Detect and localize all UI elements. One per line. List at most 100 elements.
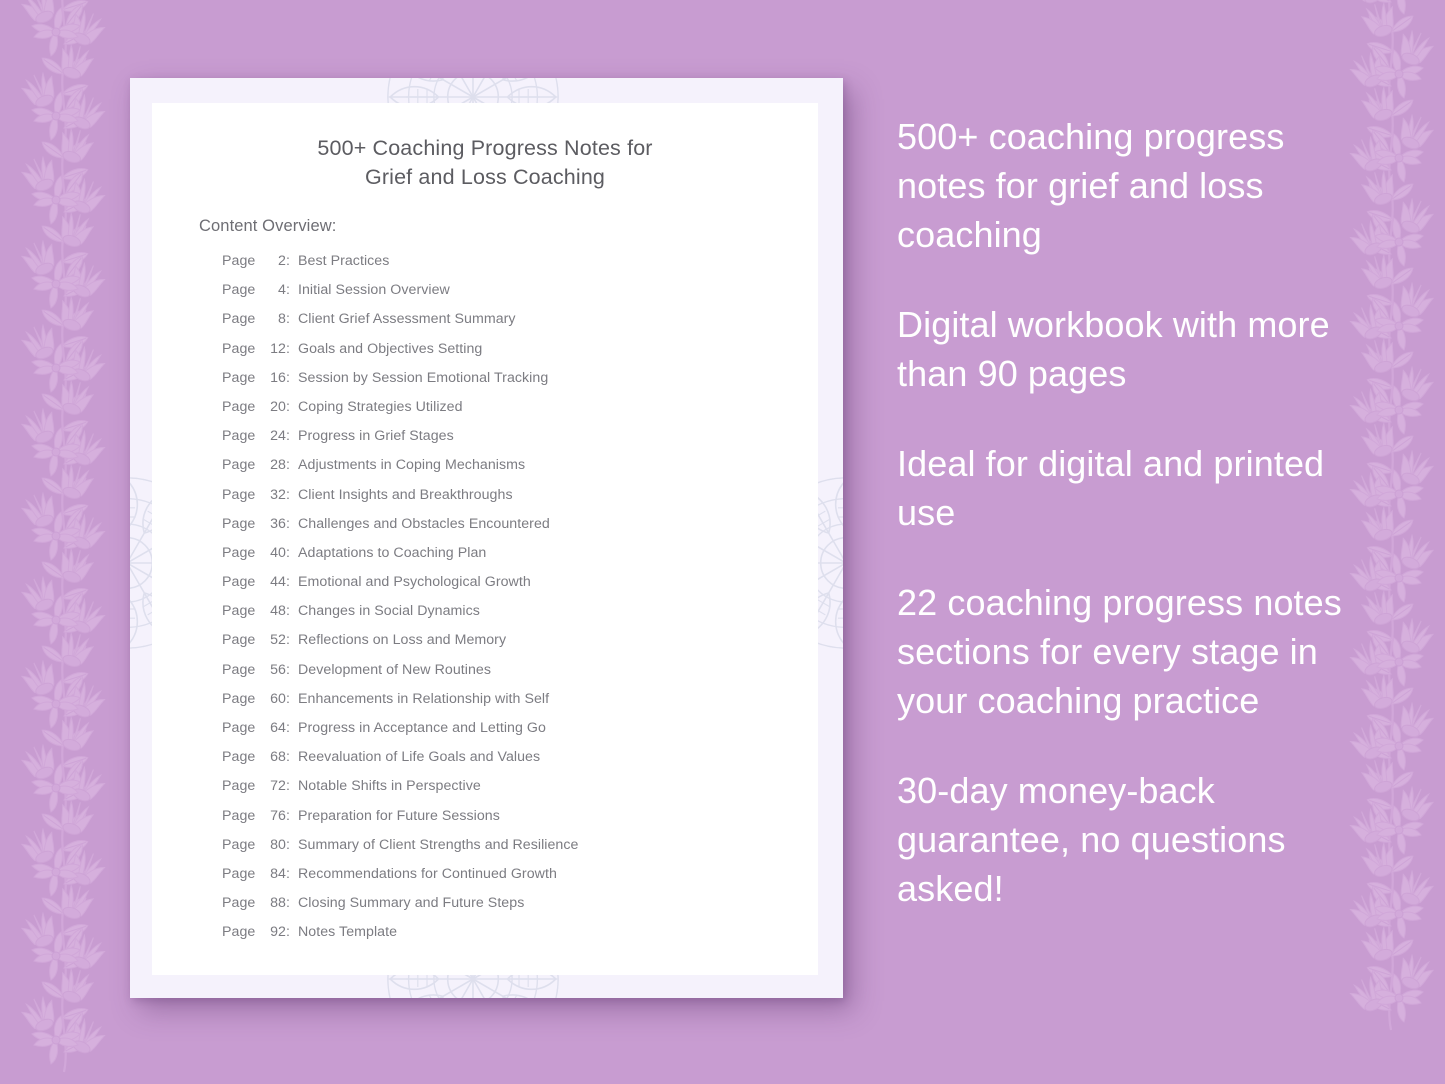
toc-page-number: 24 [270,428,286,445]
toc-entry-title: Reevaluation of Life Goals and Values [298,749,541,766]
toc-entry-title: Preparation for Future Sessions [298,807,500,824]
toc-colon: : [286,749,290,766]
table-row: Page 32: Client Insights and Breakthroughs [222,487,800,516]
toc-page-number: 52 [270,632,286,649]
toc-colon: : [286,574,290,591]
promo-block: 500+ coaching progress notes for grief a… [897,116,1285,255]
table-row: Page 52: Reflections on Loss and Memory [222,632,800,661]
table-of-contents: Page 2: Best Practices Page 4: Initial Sessio… [222,253,800,954]
toc-page-word: Page [222,369,256,386]
toc-colon: : [286,253,290,269]
table-row: Page 88: Closing Summary and Future Steps [222,895,800,924]
toc-page-number: 16 [270,369,286,386]
table-row: Page 4: Initial Session Overview [222,282,800,311]
toc-page-word: Page [222,398,256,415]
toc-page-word: Page [222,836,256,853]
marketing-copy: 500+ coaching progress notes for grief a… [897,112,1367,913]
table-row: Page 12: Goals and Objectives Setting [222,341,800,370]
table-row: Page 84: Recommendations for Continued Gro… [222,866,800,895]
table-row: Page 56: Development of New Routines [222,662,800,691]
toc-page-number: 40 [270,544,286,561]
toc-page-word: Page [222,603,256,620]
toc-colon: : [286,720,290,736]
toc-page-word: Page [222,282,256,299]
toc-entry-title: Changes in Social Dynamics [298,603,480,620]
toc-page-number: 80 [270,836,286,853]
content-overview-label: Content Overview: [199,217,337,235]
toc-entry-title: Adjustments in Coping Mechanisms [298,457,526,474]
toc-entry-title: Goals and Objectives Setting [298,340,483,357]
toc-entry-title: Client Grief Assessment Summary [298,311,516,328]
toc-page-word: Page [222,807,256,824]
toc-entry-title: Development of New Routines [298,661,491,678]
toc-page-word: Page [222,632,256,649]
toc-colon: : [286,369,290,386]
toc-page-number: 72 [270,778,286,795]
toc-entry-title: Emotional and Psychological Growth [298,574,531,591]
toc-page-number: 20 [270,398,286,415]
toc-colon: : [286,398,290,415]
toc-colon: : [286,778,290,795]
toc-page-word: Page [222,428,256,445]
toc-colon: : [286,311,290,328]
toc-page-number: 32 [270,486,286,503]
table-row: Page 60: Enhancements in Relationship with… [222,691,800,720]
toc-colon: : [286,457,290,474]
table-row: Page 76: Preparation for Future Sessions [222,808,800,837]
toc-page-word: Page [222,311,256,328]
toc-colon: : [286,282,290,299]
toc-page-number: 44 [270,574,286,591]
toc-entry-title: Closing Summary and Future Steps [298,895,525,912]
toc-entry-title: Challenges and Obstacles Encountered [298,515,550,532]
toc-entry-title: Best Practices [298,253,390,269]
toc-page-number: 36 [270,515,286,532]
toc-page-word: Page [222,457,256,474]
document-page: 500+ Coaching Progress Notes for Grief a… [152,103,818,975]
table-row: Page 8: Client Grief Assessment Summary [222,311,800,340]
toc-page-number: 68 [270,749,286,766]
table-row: Page 48: Changes in Social Dynamics [222,603,800,632]
toc-colon: : [286,603,290,620]
toc-page-word: Page [222,253,256,269]
table-row: Page 80: Summary of Client Strengths and R… [222,837,800,866]
toc-entry-title: Enhancements in Relationship with Self [298,690,550,707]
toc-colon: : [286,661,290,678]
toc-page-word: Page [222,720,256,736]
toc-colon: : [286,924,290,941]
table-row: Page 24: Progress in Grief Stages [222,428,800,457]
toc-colon: : [286,632,290,649]
toc-page-number: 56 [270,661,286,678]
toc-page-word: Page [222,895,256,912]
toc-page-word: Page [222,515,256,532]
toc-page-word: Page [222,574,256,591]
toc-page-number: 76 [270,807,286,824]
toc-entry-title: Adaptations to Coaching Plan [298,544,487,561]
table-row: Page 68: Reevaluation of Life Goals and Va… [222,749,800,778]
toc-colon: : [286,544,290,561]
toc-page-number: 60 [270,690,286,707]
toc-colon: : [286,340,290,357]
toc-entry-title: Reflections on Loss and Memory [298,632,507,649]
toc-page-word: Page [222,924,256,941]
product-card: 500+ Coaching Progress Notes for Grief a… [130,78,843,998]
toc-page-number: 12 [270,340,286,357]
toc-page-number: 4 [278,282,286,299]
toc-entry-title: Recommendations for Continued Growth [298,865,557,882]
toc-page-word: Page [222,749,256,766]
toc-entry-title: Session by Session Emotional Tracking [298,369,549,386]
toc-entry-title: Progress in Acceptance and Letting Go [298,720,546,736]
toc-page-word: Page [222,486,256,503]
toc-colon: : [286,895,290,912]
toc-entry-title: Coping Strategies Utilized [298,398,463,415]
toc-entry-title: Notes Template [298,924,398,941]
toc-page-number: 48 [270,603,286,620]
promo-block: 30-day money-back guarantee, no question… [897,770,1286,909]
toc-colon: : [286,807,290,824]
toc-colon: : [286,690,290,707]
toc-page-number: 64 [270,720,286,736]
toc-colon: : [286,428,290,445]
promo-block: 22 coaching progress notes sections for … [897,582,1342,721]
toc-page-number: 28 [270,457,286,474]
toc-page-word: Page [222,690,256,707]
toc-entry-title: Initial Session Overview [298,282,450,299]
